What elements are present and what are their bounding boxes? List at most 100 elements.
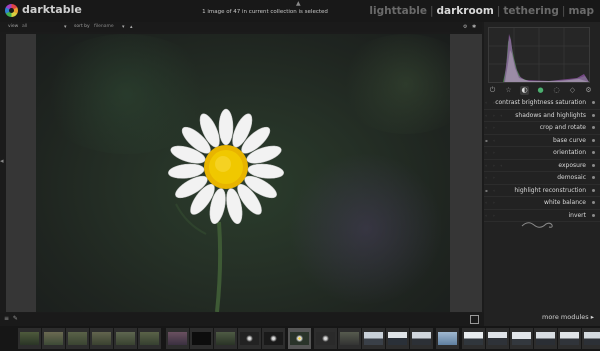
sort-by-select[interactable]: filename [94, 24, 114, 29]
module-toggle-icon[interactable]: ▪ ◦ [485, 188, 497, 193]
module-row[interactable]: ◦ ◦ ◦ shadows and highlights [484, 110, 600, 122]
presets-icon[interactable]: ⚙ [584, 86, 593, 95]
module-toggle-icon[interactable]: ◦ ◦ [485, 200, 497, 205]
module-expand-icon[interactable] [592, 113, 595, 117]
filmstrip-thumbnail[interactable] [486, 328, 509, 349]
chevron-down-icon[interactable]: ▾ [122, 24, 125, 30]
module-toggle-icon[interactable]: ◦ ◦ ◦ [485, 163, 505, 168]
edited-photo[interactable] [36, 34, 450, 312]
module-toggle-icon[interactable]: ◦ ◦ ◦ [485, 113, 505, 118]
filmstrip-thumbnail[interactable] [114, 328, 137, 349]
module-expand-icon[interactable] [592, 188, 595, 192]
module-expand-icon[interactable] [592, 163, 595, 167]
edit-icon[interactable]: ✎ [13, 315, 18, 322]
filmstrip-thumbnail[interactable] [338, 328, 361, 349]
filmstrip-thumbnail[interactable] [410, 328, 433, 349]
color-icon[interactable]: ● [536, 86, 545, 95]
filmstrip-thumbnail[interactable] [90, 328, 113, 349]
filmstrip-thumbnail[interactable] [166, 328, 189, 349]
module-row[interactable]: ◦ ◦ crop and rotate [484, 122, 600, 135]
bottom-left-icons: ≡ ✎ [4, 315, 18, 322]
filmstrip-thumbnail[interactable] [138, 328, 161, 349]
settings-icon[interactable]: ✱ [472, 24, 476, 30]
module-list: ◦ ◦ ◦ contrast brightness saturation ◦ ◦… [484, 97, 600, 222]
module-expand-icon[interactable] [592, 138, 595, 142]
module-row[interactable]: ◦ ◦ demosaic [484, 172, 600, 185]
module-name: demosaic [557, 174, 586, 181]
module-name: contrast brightness saturation [495, 99, 586, 106]
view-separator: | [496, 5, 501, 17]
module-name: base curve [552, 136, 586, 144]
view-map[interactable]: map [568, 5, 594, 17]
module-row[interactable]: ▪ ◦ base curve [484, 135, 600, 147]
left-panel-toggle-icon[interactable]: ◂ [0, 157, 4, 165]
module-row[interactable]: ◦ ◦ ◦ exposure [484, 160, 600, 172]
collapse-top-arrow-icon[interactable]: ▲ [296, 0, 301, 7]
view-lighttable[interactable]: lighttable [369, 5, 427, 17]
filmstrip-thumbnail[interactable] [18, 328, 41, 349]
view-filter-select[interactable]: all [22, 24, 27, 29]
effect-icon[interactable]: ◇ [568, 86, 577, 95]
module-row[interactable]: ◦ ◦ ◦ contrast brightness saturation [484, 97, 600, 110]
gear-icon[interactable]: ⚙ [463, 24, 467, 30]
filmstrip-thumbnail[interactable] [362, 328, 385, 349]
module-expand-icon[interactable] [592, 213, 595, 217]
bottom-toolbar [0, 313, 484, 326]
module-toggle-icon[interactable]: ◦ ◦ [485, 125, 497, 130]
view-darkroom[interactable]: darkroom [437, 5, 494, 17]
filmstrip-thumbnail[interactable] [558, 328, 581, 349]
module-row[interactable]: ◦ ◦ white balance [484, 197, 600, 210]
module-name: exposure [558, 161, 586, 169]
module-expand-icon[interactable] [592, 201, 595, 204]
correct-icon[interactable]: ◌ [552, 86, 561, 95]
module-name: white balance [544, 199, 586, 206]
filmstrip-thumbnail[interactable] [190, 328, 213, 349]
module-row[interactable]: ◦ ◦ orientation [484, 147, 600, 160]
filmstrip-thumbnail[interactable] [314, 328, 337, 349]
view-switcher: lighttable | darkroom | tethering | map [369, 5, 594, 17]
module-toggle-icon[interactable]: ▪ ◦ [485, 138, 497, 143]
module-name: shadows and highlights [515, 111, 586, 119]
styles-icon[interactable]: ≡ [4, 315, 9, 322]
view-separator: | [429, 5, 434, 17]
module-toggle-icon[interactable]: ◦ ◦ [485, 213, 497, 218]
histogram-graph [489, 28, 589, 82]
sort-order-icon[interactable]: ▴ [130, 24, 133, 30]
module-expand-icon[interactable] [592, 126, 595, 129]
filmstrip-thumbnail[interactable] [262, 328, 285, 349]
filmstrip-thumbnail[interactable] [42, 328, 65, 349]
module-expand-icon[interactable] [592, 101, 595, 104]
histogram[interactable] [488, 27, 590, 83]
circle-tone-icon[interactable]: ◐ [520, 86, 529, 95]
chevron-down-icon[interactable]: ▾ [64, 24, 67, 30]
darktable-logo-icon [5, 4, 18, 17]
module-expand-icon[interactable] [592, 151, 595, 154]
filmstrip-thumbnail[interactable] [436, 328, 459, 349]
module-expand-icon[interactable] [592, 176, 595, 179]
filmstrip[interactable] [0, 326, 600, 351]
module-name: invert [568, 211, 586, 219]
view-separator: | [561, 5, 566, 17]
filmstrip-thumbnail[interactable] [66, 328, 89, 349]
module-toggle-icon[interactable]: ◦ ◦ [485, 150, 497, 155]
filmstrip-thumbnail[interactable] [534, 328, 557, 349]
power-icon[interactable]: ⏻ [488, 86, 497, 95]
view-tethering[interactable]: tethering [503, 5, 559, 17]
display-profile-icon[interactable] [470, 315, 479, 324]
collection-status: 1 image of 47 in current collection is s… [202, 9, 328, 15]
filmstrip-thumbnail[interactable] [510, 328, 533, 349]
more-modules-label: more modules [542, 313, 589, 321]
module-name: crop and rotate [539, 124, 586, 131]
module-toggle-icon[interactable]: ◦ ◦ [485, 175, 497, 180]
sort-by-label: sort by [74, 24, 90, 29]
filmstrip-thumbnail[interactable] [582, 328, 600, 349]
filmstrip-thumbnail[interactable] [386, 328, 409, 349]
filmstrip-thumbnail[interactable] [462, 328, 485, 349]
star-icon[interactable]: ☆ [504, 86, 513, 95]
module-row[interactable]: ▪ ◦ highlight reconstruction [484, 185, 600, 197]
more-modules-button[interactable]: more modules ▸ [542, 313, 594, 321]
module-name: highlight reconstruction [514, 186, 586, 194]
filmstrip-thumbnail[interactable] [238, 328, 261, 349]
filmstrip-thumbnail[interactable] [214, 328, 237, 349]
filmstrip-thumbnail-selected[interactable] [288, 328, 311, 349]
